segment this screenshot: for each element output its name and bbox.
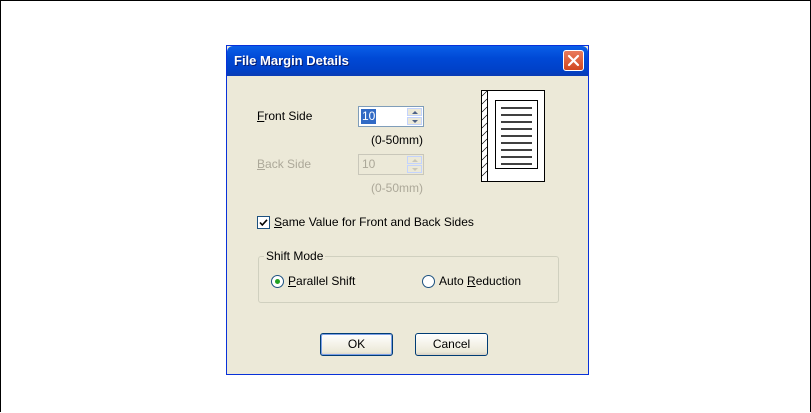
- back-side-stepper[interactable]: 10: [358, 154, 424, 175]
- back-side-label: Back Side: [257, 157, 312, 171]
- ok-button[interactable]: OK: [320, 333, 393, 356]
- cancel-button[interactable]: Cancel: [415, 333, 488, 356]
- close-icon: [567, 54, 580, 67]
- dialog-title: File Margin Details: [234, 53, 349, 68]
- file-margin-dialog: File Margin Details Front Side 10 (0-50m…: [226, 45, 589, 375]
- back-side-up-arrow-icon: [407, 156, 422, 164]
- shift-mode-label: Shift Mode: [264, 249, 326, 263]
- radio-selected-dot: [275, 279, 280, 284]
- checkmark-icon: [259, 219, 268, 227]
- front-side-up-arrow-icon[interactable]: [407, 108, 422, 116]
- same-value-checkbox[interactable]: [257, 216, 270, 229]
- parallel-shift-label[interactable]: Parallel Shift: [288, 274, 355, 288]
- parallel-shift-radio[interactable]: [271, 275, 284, 288]
- same-value-label[interactable]: Same Value for Front and Back Sides: [274, 215, 474, 229]
- back-side-value: 10: [362, 157, 376, 171]
- back-side-down-arrow-icon: [407, 165, 422, 173]
- close-button[interactable]: [563, 50, 584, 71]
- back-side-range: (0-50mm): [371, 181, 424, 195]
- auto-reduction-label[interactable]: Auto Reduction: [439, 274, 521, 288]
- front-side-range: (0-50mm): [371, 133, 424, 147]
- page-preview-icon: [481, 90, 545, 182]
- auto-reduction-radio[interactable]: [422, 275, 435, 288]
- title-bar[interactable]: File Margin Details: [227, 46, 588, 76]
- front-side-stepper[interactable]: 10: [358, 106, 424, 127]
- front-side-value[interactable]: 10: [361, 109, 377, 124]
- front-side-down-arrow-icon[interactable]: [407, 117, 422, 125]
- front-side-label: Front Side: [257, 109, 313, 123]
